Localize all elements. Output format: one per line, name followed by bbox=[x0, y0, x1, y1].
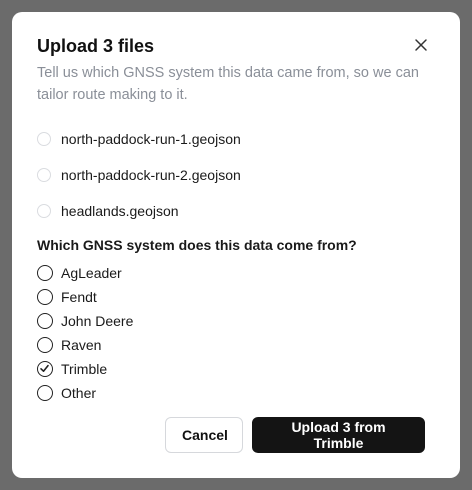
file-item[interactable]: headlands.geojson bbox=[37, 193, 427, 229]
radio-checked-icon[interactable] bbox=[37, 361, 53, 377]
gnss-option-label: Raven bbox=[61, 337, 102, 353]
close-button[interactable] bbox=[410, 34, 432, 56]
gnss-option-fendt[interactable]: Fendt bbox=[37, 285, 427, 309]
radio-icon[interactable] bbox=[37, 265, 53, 281]
gnss-option-label: John Deere bbox=[61, 313, 134, 329]
dialog-title: Upload 3 files bbox=[37, 36, 155, 56]
gnss-options: AgLeader Fendt John Deere Raven Trimble … bbox=[37, 261, 427, 405]
file-name: headlands.geojson bbox=[61, 203, 179, 219]
gnss-option-label: Trimble bbox=[61, 361, 108, 377]
gnss-question: Which GNSS system does this data come fr… bbox=[37, 237, 357, 253]
upload-button[interactable]: Upload 3 from Trimble bbox=[252, 417, 425, 453]
dialog-footer: Cancel Upload 3 from Trimble bbox=[165, 417, 425, 453]
gnss-option-label: AgLeader bbox=[61, 265, 122, 281]
radio-icon[interactable] bbox=[37, 289, 53, 305]
upload-dialog: Upload 3 files Tell us which GNSS system… bbox=[12, 12, 460, 478]
check-icon bbox=[40, 364, 49, 372]
radio-icon[interactable] bbox=[37, 337, 53, 353]
radio-icon[interactable] bbox=[37, 313, 53, 329]
close-icon bbox=[415, 39, 427, 51]
file-item[interactable]: north-paddock-run-2.geojson bbox=[37, 157, 427, 193]
gnss-option-label: Fendt bbox=[61, 289, 97, 305]
gnss-option-trimble[interactable]: Trimble bbox=[37, 357, 427, 381]
file-name: north-paddock-run-2.geojson bbox=[61, 167, 241, 183]
file-radio-icon[interactable] bbox=[37, 132, 51, 146]
file-name: north-paddock-run-1.geojson bbox=[61, 131, 241, 147]
gnss-option-label: Other bbox=[61, 385, 97, 401]
dialog-subtitle: Tell us which GNSS system this data came… bbox=[37, 65, 419, 103]
cancel-button[interactable]: Cancel bbox=[165, 417, 243, 453]
gnss-option-agleader[interactable]: AgLeader bbox=[37, 261, 427, 285]
gnss-option-raven[interactable]: Raven bbox=[37, 333, 427, 357]
file-radio-icon[interactable] bbox=[37, 168, 51, 182]
file-list: north-paddock-run-1.geojson north-paddoc… bbox=[37, 121, 427, 229]
file-item[interactable]: north-paddock-run-1.geojson bbox=[37, 121, 427, 157]
gnss-option-other[interactable]: Other bbox=[37, 381, 427, 405]
file-radio-icon[interactable] bbox=[37, 204, 51, 218]
gnss-option-john-deere[interactable]: John Deere bbox=[37, 309, 427, 333]
radio-icon[interactable] bbox=[37, 385, 53, 401]
